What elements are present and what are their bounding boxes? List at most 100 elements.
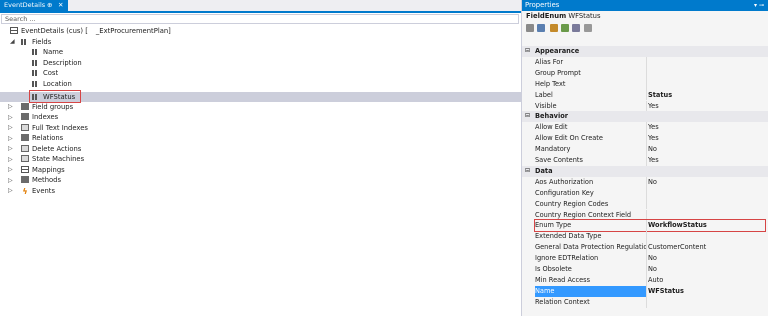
property-row[interactable]: Country Region Codes <box>522 198 768 210</box>
tree-root[interactable]: EventDetails (cus) [ _ExtProcurementPlan] <box>10 26 171 37</box>
property-row-name[interactable]: Name WFStatus <box>522 285 768 297</box>
tree-field-name[interactable]: Name <box>32 47 63 58</box>
column-divider <box>646 176 647 188</box>
tree-node-fields[interactable]: Fields <box>21 37 51 48</box>
expand-icon[interactable]: ▷ <box>8 187 13 194</box>
column-divider <box>646 253 647 264</box>
tab-label: EventDetails <box>4 1 46 9</box>
property-row[interactable]: Relation Context <box>522 296 768 308</box>
property-value[interactable]: No <box>648 264 766 275</box>
expand-icon[interactable]: ▷ <box>8 103 13 110</box>
mappings-icon <box>21 165 29 173</box>
expand-icon[interactable]: ▷ <box>8 177 13 184</box>
tree-node-label: Field groups <box>32 102 74 111</box>
object-name: WFStatus <box>568 12 601 20</box>
field-icon <box>32 70 40 76</box>
property-value[interactable]: Auto <box>648 275 766 286</box>
pin-icon[interactable]: ⊕ <box>47 0 52 11</box>
property-row[interactable]: Visible Yes <box>522 100 768 112</box>
property-row[interactable]: Mandatory No <box>522 144 768 155</box>
category-data[interactable]: ⊟ Data <box>522 165 768 177</box>
property-key: Configuration Key <box>535 188 594 197</box>
tree-node-events[interactable]: ϟ Events <box>21 186 55 197</box>
expand-icon[interactable]: ▷ <box>8 156 13 163</box>
property-key: Extended Data Type <box>535 232 602 241</box>
property-row[interactable]: Min Read Access Auto <box>522 274 768 286</box>
property-row[interactable]: Is Obsolete No <box>522 264 768 275</box>
property-value[interactable]: WFStatus <box>648 286 766 297</box>
tree-field-description[interactable]: Description <box>32 58 82 69</box>
property-row[interactable]: Ignore EDTRelation No <box>522 253 768 264</box>
close-icon[interactable]: ✕ <box>58 0 63 11</box>
category-behavior[interactable]: ⊟ Behavior <box>522 111 768 123</box>
column-divider <box>646 242 647 254</box>
lightning-icon: ϟ <box>22 186 28 196</box>
property-row[interactable]: Save Contents Yes <box>522 155 768 166</box>
properties-view-icon[interactable] <box>550 24 558 32</box>
tree-root-label: EventDetails (cus) [ <box>21 27 88 35</box>
property-key: Country Region Codes <box>535 199 609 208</box>
property-row[interactable]: Label Status <box>522 89 768 101</box>
categorized-icon[interactable] <box>526 24 534 32</box>
tree-field-location[interactable]: Location <box>32 79 72 90</box>
property-row[interactable]: Alias For <box>522 56 768 68</box>
column-divider <box>646 296 647 308</box>
column-divider <box>646 144 647 155</box>
tab-eventdetails[interactable]: EventDetails ⊕ ✕ <box>0 0 68 11</box>
collapse-icon[interactable]: ⊟ <box>525 166 530 177</box>
column-divider <box>646 133 647 145</box>
column-divider <box>646 198 647 210</box>
collapse-icon[interactable]: ⊟ <box>525 46 530 57</box>
window-controls-icon[interactable]: ▾ ⊸ <box>754 0 764 11</box>
tree-node-field-groups[interactable]: Field groups <box>21 102 73 113</box>
events-view-icon[interactable] <box>561 24 569 32</box>
expand-icon[interactable]: ▷ <box>8 135 13 142</box>
property-value[interactable]: Yes <box>648 155 766 166</box>
wrench-icon[interactable] <box>584 24 592 32</box>
tree-node-methods[interactable]: Methods <box>21 175 61 186</box>
tree-node-state-machines[interactable]: State Machines <box>21 154 84 165</box>
expand-icon[interactable]: ▷ <box>8 114 13 121</box>
property-value[interactable]: Yes <box>648 101 766 112</box>
object-type: FieldEnum <box>526 12 567 20</box>
expand-icon[interactable]: ▷ <box>8 124 13 131</box>
property-key: Label <box>535 90 553 99</box>
property-row[interactable]: Extended Data Type <box>522 231 768 243</box>
column-divider <box>646 56 647 68</box>
search-input[interactable]: Search ... <box>1 14 519 24</box>
property-value[interactable]: Yes <box>648 133 766 144</box>
property-row[interactable]: Configuration Key <box>522 187 768 199</box>
property-row[interactable]: Group Prompt <box>522 67 768 79</box>
column-divider <box>646 122 647 134</box>
property-value[interactable]: Yes <box>648 122 766 133</box>
properties-toolbar <box>522 22 768 34</box>
column-divider <box>646 67 647 79</box>
tree-node-relations[interactable]: Relations <box>21 133 63 144</box>
tree-root-model: _ExtProcurementPlan] <box>95 27 171 35</box>
expand-icon[interactable]: ▷ <box>8 166 13 173</box>
tree-node-full-text-indexes[interactable]: Full Text Indexes <box>21 123 88 134</box>
tree-node-delete-actions[interactable]: Delete Actions <box>21 144 81 155</box>
column-divider <box>646 264 647 275</box>
tree-node-mappings[interactable]: Mappings <box>21 165 65 176</box>
property-value[interactable]: No <box>648 253 766 264</box>
property-value[interactable]: CustomerContent <box>648 242 766 253</box>
property-value[interactable]: Status <box>648 90 766 101</box>
property-object-header: FieldEnum WFStatus <box>522 11 768 22</box>
sort-icon[interactable] <box>572 24 580 32</box>
category-appearance[interactable]: ⊟ Appearance <box>522 46 768 57</box>
expand-icon[interactable]: ▷ <box>8 145 13 152</box>
property-row[interactable]: Help Text <box>522 78 768 90</box>
property-row[interactable]: Aos Authorization No <box>522 176 768 188</box>
property-row[interactable]: Allow Edit On Create Yes <box>522 133 768 145</box>
collapse-icon[interactable]: ⊟ <box>525 111 530 122</box>
tree-field-cost[interactable]: Cost <box>32 68 58 79</box>
tree-node-indexes[interactable]: Indexes <box>21 112 58 123</box>
property-key: Aos Authorization <box>535 177 594 186</box>
alphabetical-icon[interactable] <box>537 24 545 32</box>
property-value[interactable]: No <box>648 144 766 155</box>
property-row[interactable]: General Data Protection Regulation Custom… <box>522 242 768 254</box>
property-value[interactable]: No <box>648 177 766 188</box>
property-row[interactable]: Allow Edit Yes <box>522 122 768 134</box>
collapse-icon[interactable]: ◢ <box>10 38 15 45</box>
